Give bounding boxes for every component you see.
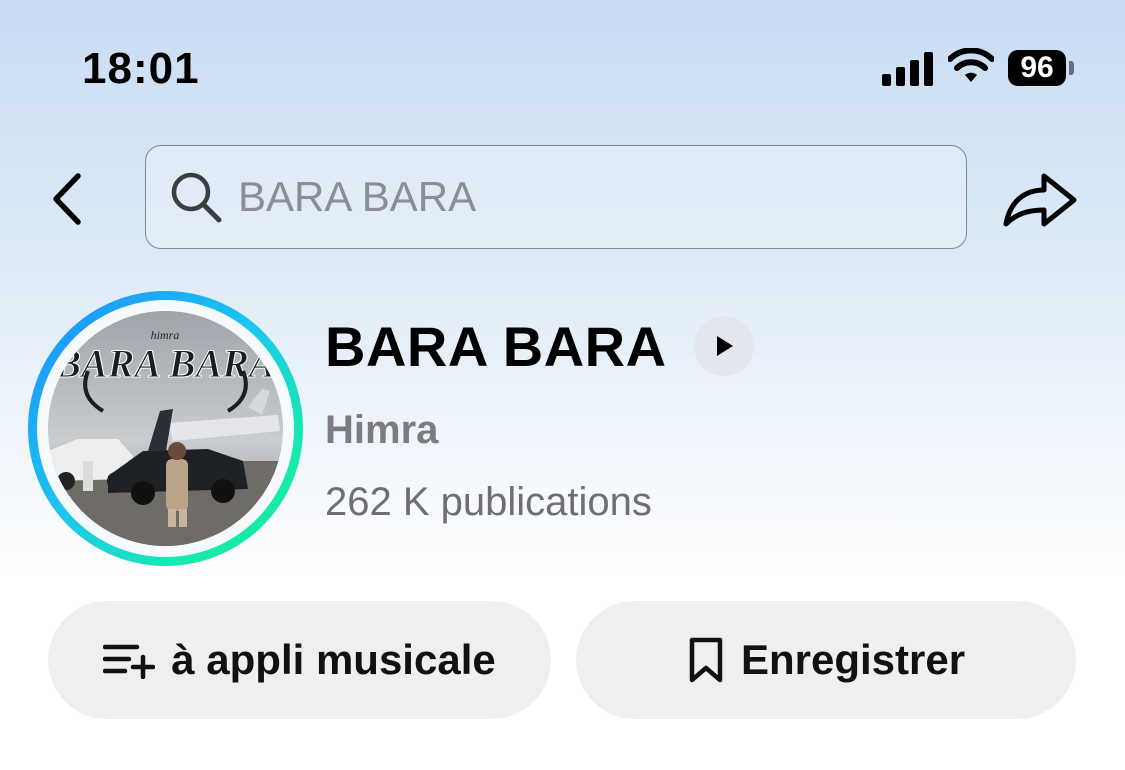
- search-input[interactable]: [238, 173, 918, 221]
- posts-count: 262 K publications: [325, 480, 652, 524]
- add-to-music-app-label: à appli musicale: [171, 636, 496, 683]
- cover-image: himra BARA BARA: [48, 311, 283, 546]
- play-icon: [717, 336, 733, 356]
- playlist-add-icon: [103, 644, 156, 679]
- cover-art[interactable]: himra BARA BARA: [28, 291, 303, 566]
- play-button[interactable]: [694, 316, 754, 376]
- search-bar[interactable]: [145, 145, 967, 249]
- status-time: 18:01: [82, 44, 200, 93]
- save-button[interactable]: Enregistrer: [576, 601, 1076, 719]
- sound-title: BARA BARA: [325, 315, 667, 378]
- battery-level: 96: [1008, 50, 1066, 86]
- signal-icon: [882, 52, 933, 86]
- add-to-music-app-button[interactable]: à appli musicale: [48, 601, 551, 719]
- search-icon: [171, 172, 222, 223]
- back-button[interactable]: [44, 168, 90, 230]
- artist-name[interactable]: Himra: [325, 408, 438, 453]
- svg-text:himra: himra: [151, 328, 180, 342]
- wifi-icon: [948, 48, 994, 82]
- share-icon[interactable]: [1000, 166, 1080, 232]
- back-icon: [53, 173, 81, 225]
- save-label: Enregistrer: [740, 636, 966, 683]
- bookmark-icon: [689, 637, 723, 683]
- battery-icon: 96: [1008, 50, 1074, 86]
